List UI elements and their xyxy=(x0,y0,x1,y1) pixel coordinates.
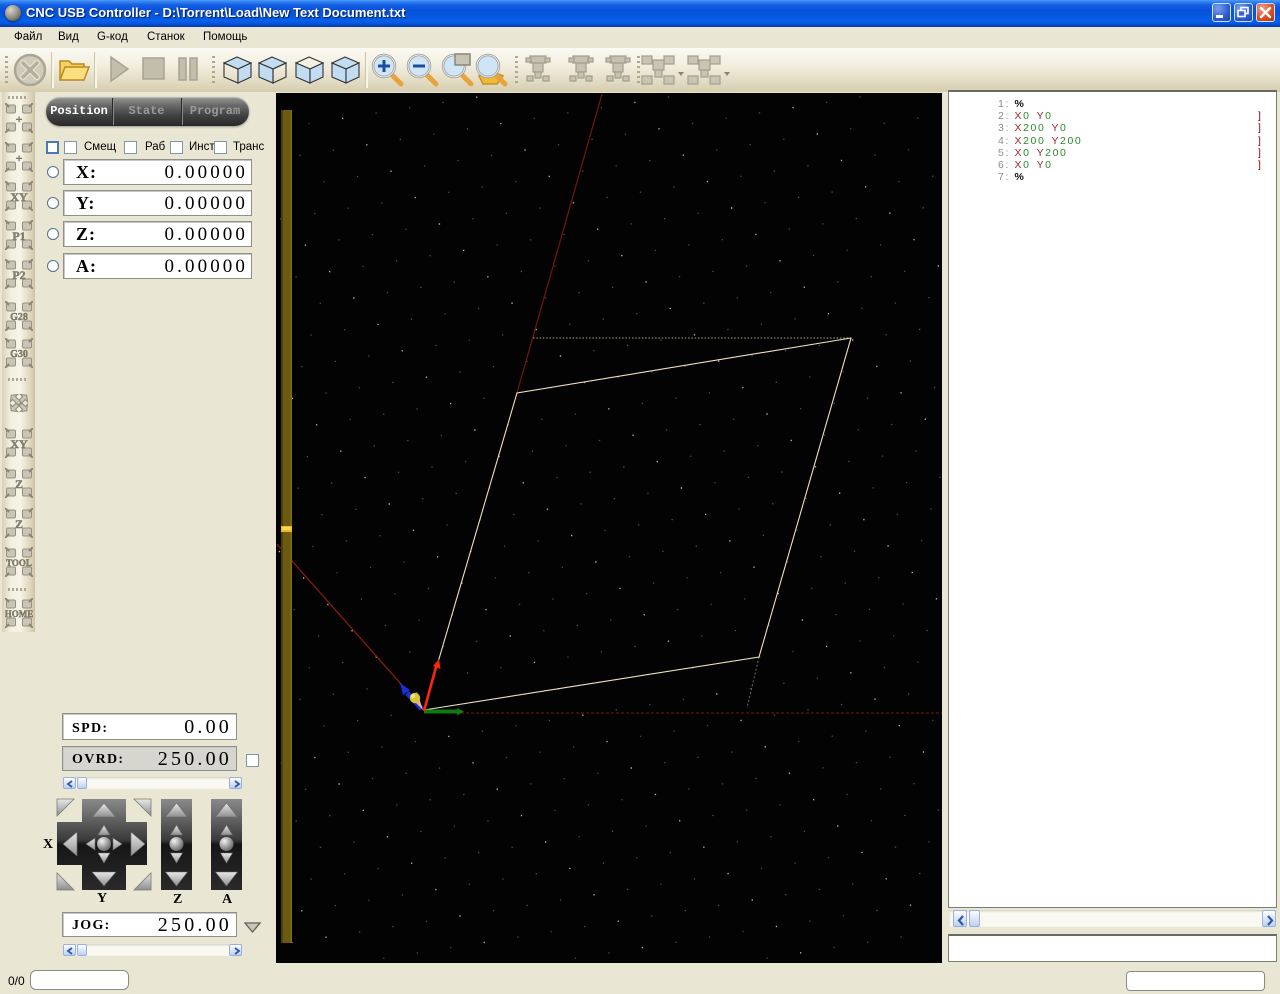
svg-text:G30: G30 xyxy=(10,349,28,360)
svg-text:P1: P1 xyxy=(12,229,25,243)
svg-text:XY: XY xyxy=(10,437,28,451)
svg-text:HOME: HOME xyxy=(5,609,33,619)
svg-text:+: + xyxy=(16,151,23,165)
svg-text:+: + xyxy=(16,112,23,126)
svg-text:Z: Z xyxy=(15,517,23,531)
svg-text:P2: P2 xyxy=(12,268,25,282)
svg-text:TOOL: TOOL xyxy=(6,558,32,568)
svg-text:XY: XY xyxy=(10,190,28,204)
svg-text:Z: Z xyxy=(15,477,23,491)
svg-text:G28: G28 xyxy=(10,312,28,323)
